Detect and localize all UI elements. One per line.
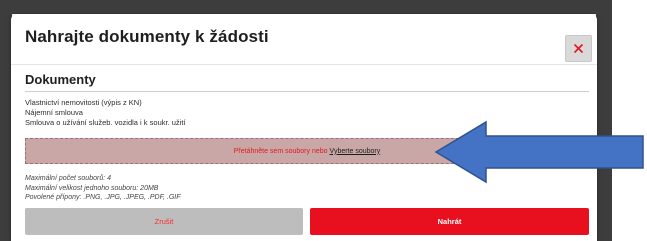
list-item: Smlouva o užívání služeb. vozidla i k so…: [25, 118, 186, 127]
section-divider: [25, 91, 589, 92]
max-files-count: Maximální počet souborů: 4: [25, 175, 111, 182]
dropzone-text: Přetáhněte sem soubory nebo: [233, 147, 328, 155]
select-files-link[interactable]: Vyberte soubory: [330, 148, 381, 155]
max-file-size: Maximální velikost jednoho souboru: 20MB: [25, 184, 159, 192]
list-item: Vlastnictví nemovitosti (výpis z KN): [25, 98, 142, 107]
upload-limits: Maximální počet souborů: 4 Maximální vel…: [25, 174, 180, 203]
dialog-title: Nahrajte dokumenty k žádosti: [25, 27, 269, 46]
cancel-button[interactable]: Zrušit: [25, 208, 303, 235]
backdrop-overlay-top: [0, 0, 612, 14]
list-item: Nájemní smlouva: [25, 108, 83, 117]
documents-list: Vlastnictví nemovitosti (výpis z KN) Náj…: [25, 98, 186, 128]
allowed-extensions: Povolené přípony: .PNG, .JPG, .JPEG, .PD…: [25, 194, 181, 201]
documents-section-title: Dokumenty: [25, 72, 96, 87]
close-button[interactable]: [565, 35, 592, 62]
upload-button[interactable]: Nahrát: [310, 208, 589, 235]
header-divider: [11, 64, 597, 65]
left-arrow-icon: [434, 120, 644, 184]
close-icon: [573, 43, 584, 54]
